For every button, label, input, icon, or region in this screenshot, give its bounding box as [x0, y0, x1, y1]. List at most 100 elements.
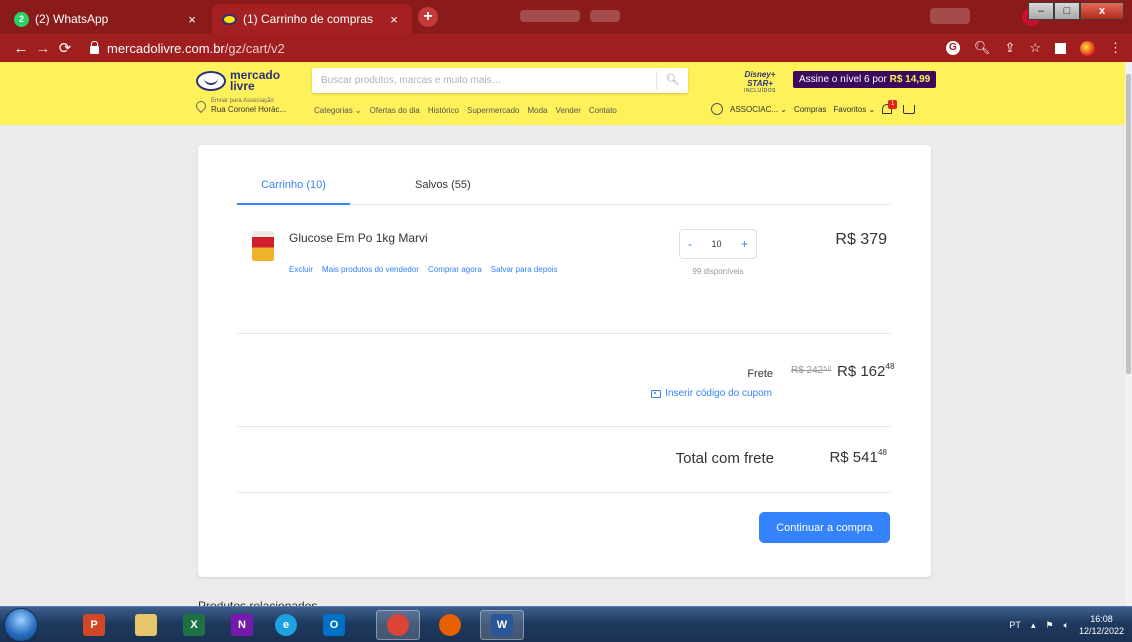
- nav-sell[interactable]: Vender: [556, 106, 581, 115]
- tab-saved-items[interactable]: Salvos (55): [415, 179, 471, 191]
- taskbar-app-button[interactable]: [376, 610, 420, 640]
- kebab-menu-icon[interactable]: ⋮: [1109, 40, 1122, 56]
- shipping-original-price: R$ 242⁵⁰: [791, 365, 832, 376]
- mercadolivre-logo[interactable]: mercado livre: [196, 69, 280, 93]
- divider: [237, 492, 891, 493]
- continue-purchase-button[interactable]: Continuar a compra: [759, 512, 890, 543]
- chrome-icon: [387, 614, 409, 636]
- more-from-seller-link[interactable]: Mais produtos do vendedor: [322, 265, 419, 274]
- nav-deals[interactable]: Ofertas do dia: [370, 106, 420, 115]
- extension-icon[interactable]: [1080, 40, 1095, 56]
- location-address: Rua Coronel Horác...: [211, 105, 287, 114]
- scrollbar-thumb[interactable]: [1126, 74, 1131, 374]
- delete-link[interactable]: Excluir: [289, 265, 313, 274]
- cart-icon[interactable]: [903, 104, 916, 114]
- nav-favorites[interactable]: Favoritos ⌄: [833, 105, 875, 114]
- buy-now-link[interactable]: Comprar agora: [428, 265, 482, 274]
- notification-count-badge: 1: [888, 100, 898, 109]
- tray-expand-icon[interactable]: ▴: [1031, 620, 1036, 631]
- star-bookmark-icon[interactable]: ☆: [1029, 40, 1041, 56]
- related-products-heading: Produtos relacionados: [198, 599, 318, 606]
- google-icon[interactable]: G: [945, 41, 960, 55]
- tab-cart-items[interactable]: Carrinho (10): [237, 179, 350, 205]
- internet-explorer-icon: e: [275, 614, 297, 636]
- user-nav: ASSOCIAC... ⌄ Compras Favoritos ⌄ 1: [711, 100, 916, 115]
- notification-bell-icon[interactable]: 1: [882, 100, 898, 114]
- start-button[interactable]: [4, 608, 38, 642]
- coupon-link[interactable]: Inserir código do cupom: [636, 388, 772, 399]
- word-icon: W: [491, 614, 513, 636]
- excel-icon: X: [183, 614, 205, 636]
- disney-star-badge[interactable]: Disney+ STAR+ INCLUÍDOS: [733, 70, 787, 94]
- zoom-icon[interactable]: 🔍︎: [974, 40, 991, 56]
- clock-date: 12/12/2022: [1078, 626, 1124, 636]
- tab-cart[interactable]: (1) Carrinho de compras ×: [212, 4, 412, 34]
- shipping-price-main: R$ 162: [837, 363, 886, 380]
- nav-contact[interactable]: Contato: [589, 106, 617, 115]
- cart-card: Carrinho (10) Salvos (55) Glucose Em Po …: [198, 145, 931, 577]
- product-actions: Excluir Mais produtos do vendedor Compra…: [289, 265, 558, 274]
- nav-purchases[interactable]: Compras: [794, 105, 826, 114]
- system-tray: PT ▴ ⚑ 🔈︎ 16:08 12/12/2022: [995, 607, 1132, 642]
- quantity-value[interactable]: 10: [711, 239, 721, 249]
- taskbar-app-button[interactable]: O: [312, 610, 356, 640]
- product-thumbnail[interactable]: [252, 231, 274, 261]
- nav-categories[interactable]: Categorias ⌄: [314, 106, 362, 115]
- user-account-menu[interactable]: ASSOCIAC... ⌄: [730, 105, 787, 114]
- increase-quantity-button[interactable]: +: [741, 237, 748, 251]
- promo-price: R$ 14,99: [889, 74, 931, 85]
- back-arrow-icon[interactable]: ←: [10, 40, 32, 57]
- decrease-quantity-button[interactable]: -: [688, 237, 692, 251]
- total-value: R$ 54148: [773, 448, 887, 466]
- user-avatar-icon[interactable]: [711, 103, 723, 115]
- taskbar-app-button[interactable]: W: [480, 610, 524, 640]
- browser-tab-strip: 2 (2) WhatsApp × (1) Carrinho de compras…: [0, 0, 1132, 34]
- nav-supermarket[interactable]: Supermercado: [467, 106, 519, 115]
- minimize-button[interactable]: –: [1028, 2, 1054, 20]
- tab-whatsapp[interactable]: 2 (2) WhatsApp ×: [4, 4, 210, 34]
- search-box: 🔍︎: [312, 68, 688, 93]
- location-pin-icon: [193, 98, 209, 114]
- browser-toolbar-icons: G 🔍︎ ⇪ ☆ ⋮: [945, 34, 1122, 62]
- shipping-price: R$ 16248: [837, 362, 895, 380]
- maximize-button[interactable]: □: [1054, 2, 1080, 20]
- taskbar-app-button[interactable]: P: [72, 610, 116, 640]
- total-value-main: R$ 541: [829, 449, 878, 466]
- taskbar-app-button[interactable]: [124, 610, 168, 640]
- total-value-cents: 48: [877, 448, 887, 457]
- shipping-price-cents: 48: [885, 362, 895, 371]
- save-for-later-link[interactable]: Salvar para depois: [491, 265, 558, 274]
- window-close-button[interactable]: x: [1080, 2, 1124, 20]
- nav-history[interactable]: Histórico: [428, 106, 459, 115]
- taskbar-app-button[interactable]: e: [264, 610, 308, 640]
- forward-arrow-icon[interactable]: →: [32, 40, 54, 57]
- page-scrollbar[interactable]: [1125, 62, 1132, 606]
- system-clock[interactable]: 16:08 12/12/2022: [1079, 613, 1124, 637]
- search-icon[interactable]: 🔍︎: [656, 71, 688, 90]
- new-tab-button[interactable]: +: [418, 7, 438, 27]
- product-title[interactable]: Glucose Em Po 1kg Marvi: [289, 231, 428, 245]
- delivery-location[interactable]: Enviar para Associação Rua Coronel Horác…: [193, 98, 287, 114]
- reload-icon[interactable]: ⟳: [54, 39, 76, 57]
- whatsapp-icon: 2: [14, 11, 29, 27]
- share-icon[interactable]: ⇪: [1004, 40, 1015, 56]
- coupon-link-text: Inserir código do cupom: [665, 388, 772, 399]
- quantity-stepper: - 10 +: [679, 229, 757, 259]
- url-field[interactable]: mercadolivre.com.br /gz/cart/v2: [90, 40, 285, 56]
- powerpoint-icon: P: [83, 614, 105, 636]
- close-icon[interactable]: ×: [386, 12, 402, 27]
- close-icon[interactable]: ×: [184, 12, 200, 27]
- search-input[interactable]: [312, 68, 652, 93]
- blurred-region: [590, 10, 620, 22]
- language-indicator[interactable]: PT: [1009, 620, 1021, 630]
- volume-icon[interactable]: 🔈︎: [1064, 620, 1069, 631]
- total-label: Total com frete: [675, 450, 774, 467]
- subscription-promo-banner[interactable]: Assine o nível 6 por R$ 14,99: [793, 71, 937, 88]
- taskbar-app-button[interactable]: X: [172, 610, 216, 640]
- nav-fashion[interactable]: Moda: [527, 106, 547, 115]
- taskbar-app-button[interactable]: [428, 610, 472, 640]
- sidebar-icon[interactable]: [1055, 42, 1066, 54]
- logo-text-line2: livre: [230, 79, 255, 93]
- network-flag-icon[interactable]: ⚑: [1045, 620, 1053, 631]
- taskbar-app-button[interactable]: N: [220, 610, 264, 640]
